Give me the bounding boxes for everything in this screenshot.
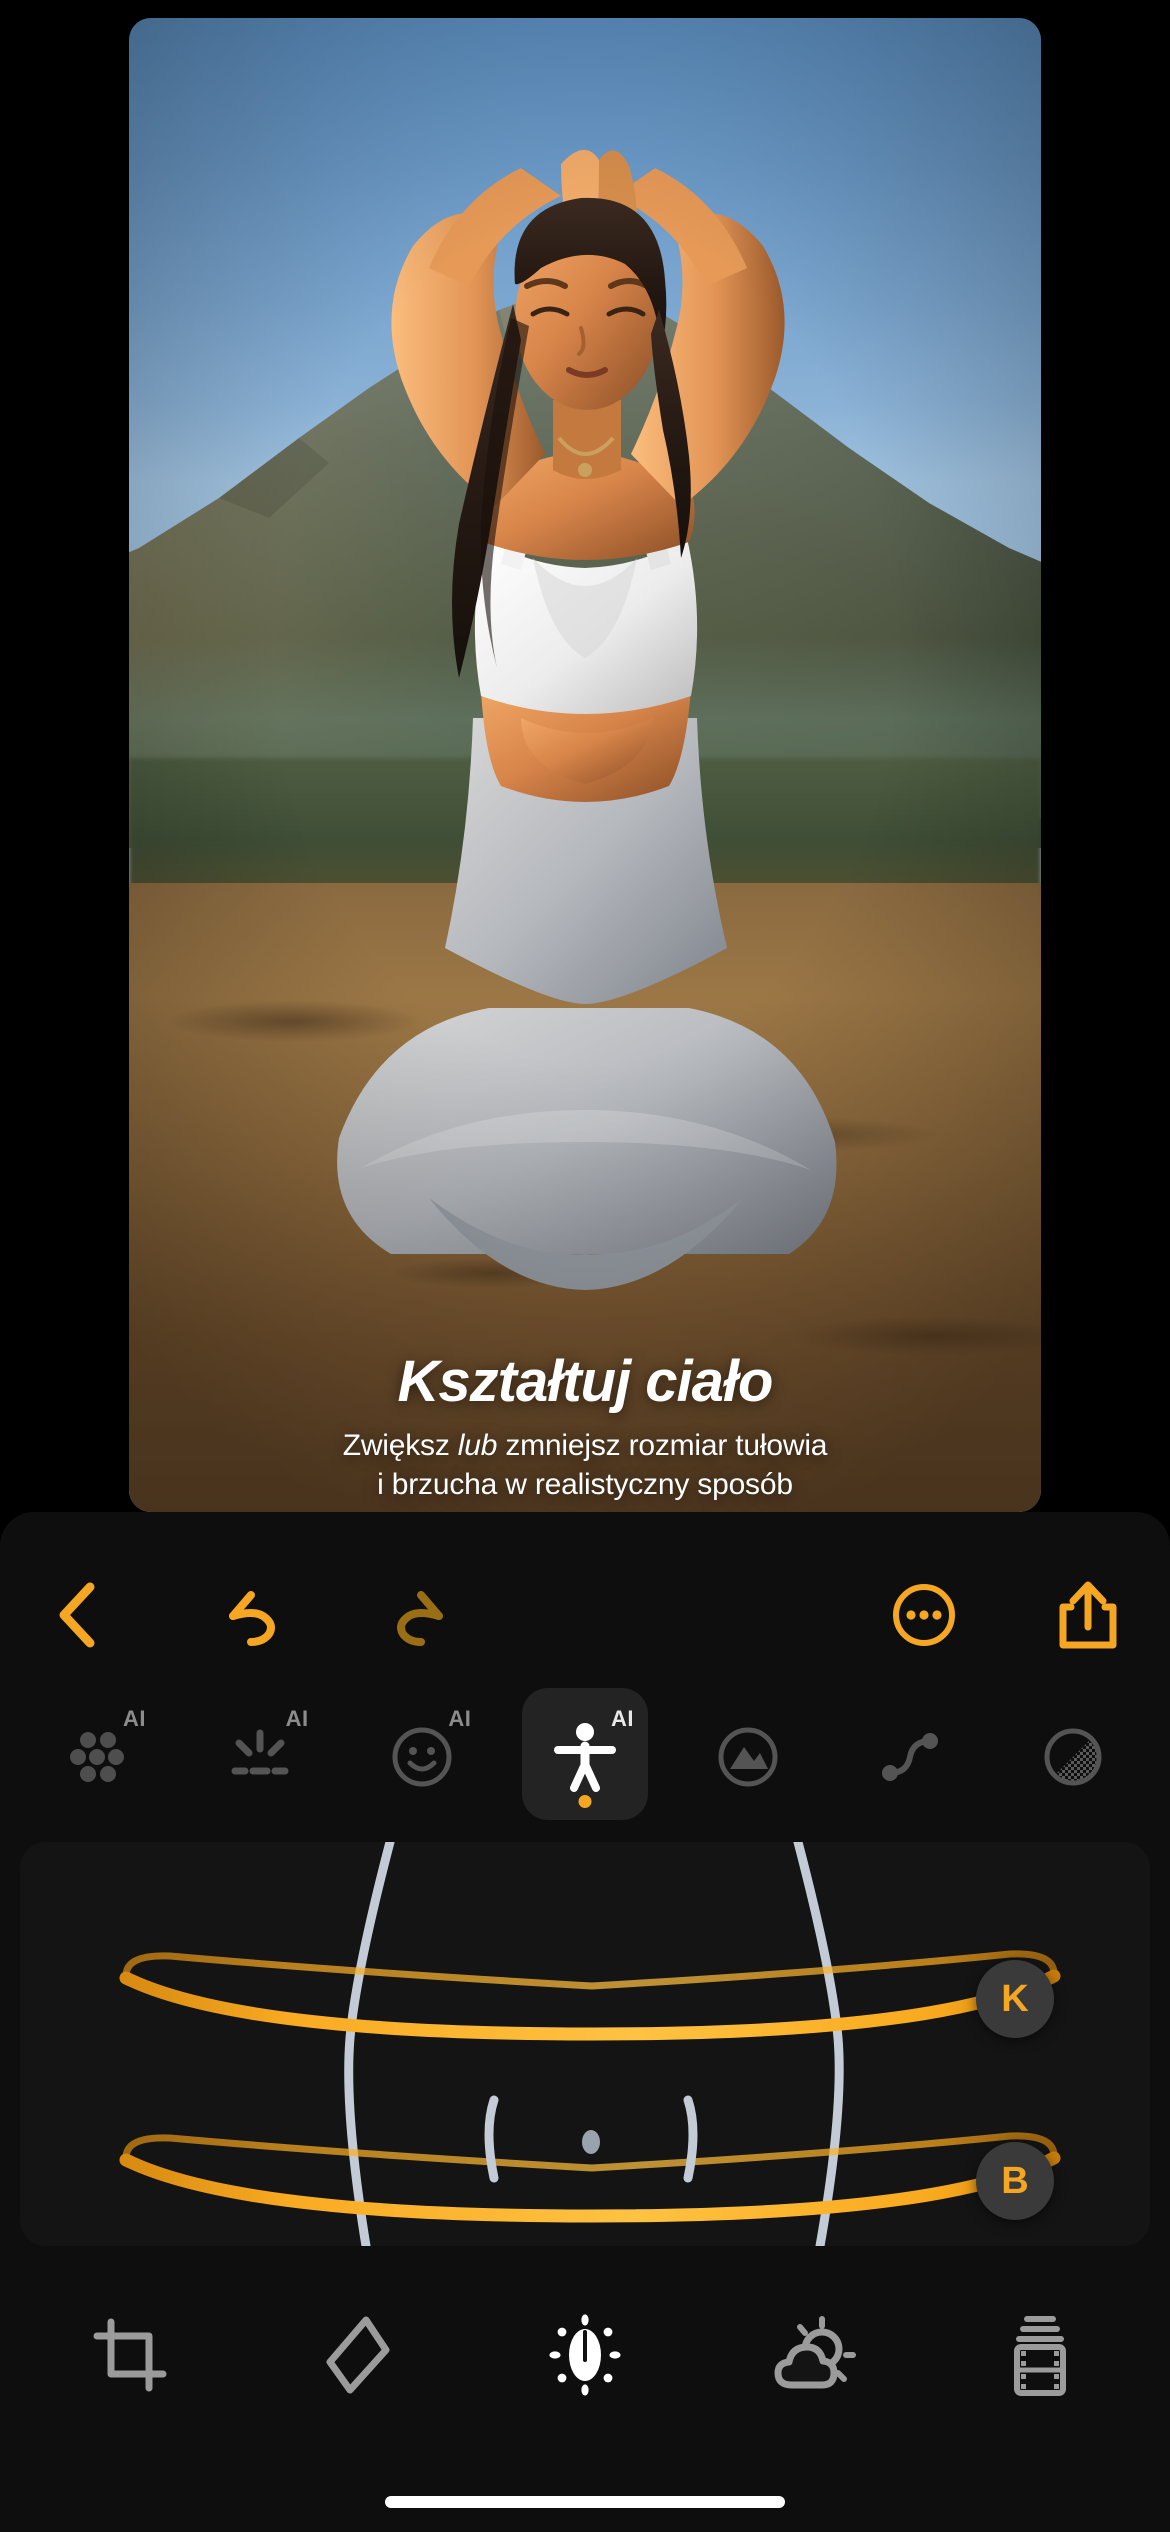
brightness-icon: [549, 2314, 621, 2396]
redo-button[interactable]: [370, 1563, 474, 1667]
undo-icon: [229, 1591, 275, 1646]
ai-tool-strip: AI AI AI AI: [0, 1684, 1170, 1824]
smiley-face-icon: [390, 1725, 454, 1789]
ai-tool-body-reshape[interactable]: AI: [521, 1688, 648, 1820]
nav-adjust[interactable]: [510, 2295, 660, 2415]
tool-transparency[interactable]: [1010, 1688, 1136, 1820]
waist-handle-button[interactable]: K: [976, 1960, 1054, 2038]
nav-crop[interactable]: [55, 2295, 205, 2415]
body-shape-editor[interactable]: K B: [20, 1842, 1150, 2246]
ai-tool-teeth-whiten[interactable]: AI: [197, 1688, 323, 1820]
caption-subtitle-part2: zmniejsz rozmiar tułowia: [497, 1429, 828, 1463]
tool-sky-replace[interactable]: [685, 1688, 811, 1820]
caption-title: Kształtuj ciało: [397, 1349, 774, 1415]
person-photo-subject: [129, 18, 1041, 1512]
belly-handle-button[interactable]: B: [976, 2142, 1054, 2220]
nav-heal[interactable]: [282, 2295, 432, 2415]
share-icon: [1059, 1581, 1117, 1649]
editor-toolbar: [0, 1560, 1170, 1670]
sparkle-teeth-icon: [227, 1727, 293, 1787]
caption-subtitle-part1: Zwiększ: [342, 1429, 458, 1463]
caption-subtitle-line2: i brzucha w realistyczny sposób: [377, 1467, 793, 1501]
ai-tool-face-reshape[interactable]: AI: [359, 1688, 485, 1820]
back-chevron-icon: [59, 1582, 95, 1648]
nav-filters[interactable]: [965, 2295, 1115, 2415]
bottom-tool-nav: [0, 2280, 1170, 2430]
editor-screen: Kształtuj ciało Zwiększ lub zmniejsz roz…: [0, 0, 1170, 2532]
photo-canvas[interactable]: Kształtuj ciało Zwiększ lub zmniejsz roz…: [129, 18, 1041, 1512]
share-button[interactable]: [1036, 1563, 1140, 1667]
caption-subtitle-emphasis: lub: [457, 1429, 498, 1463]
undo-button[interactable]: [198, 1563, 302, 1667]
tool-curves[interactable]: [847, 1688, 973, 1820]
ai-tool-skin-retouch[interactable]: AI: [34, 1688, 160, 1820]
landscape-circle-icon: [716, 1725, 780, 1789]
home-indicator: [385, 2496, 785, 2508]
crop-icon: [93, 2318, 167, 2392]
active-indicator-dot: [578, 1795, 592, 1808]
redo-icon: [397, 1591, 443, 1646]
feature-caption: Kształtuj ciało Zwiększ lub zmniejsz roz…: [129, 1349, 1041, 1504]
curve-points-icon: [877, 1729, 943, 1785]
nav-effects[interactable]: [738, 2295, 888, 2415]
caption-subtitle: Zwiększ lub zmniejsz rozmiar tułowia i b…: [155, 1427, 1015, 1504]
ai-badge: AI: [448, 1706, 472, 1731]
editor-sheet: AI AI AI AI K B: [0, 1512, 1170, 2532]
more-options-button[interactable]: [872, 1563, 976, 1667]
ai-badge: AI: [123, 1706, 146, 1731]
body-person-icon: [552, 1722, 618, 1792]
more-ellipsis-icon: [893, 1584, 955, 1646]
film-roll-icon: [1014, 2316, 1067, 2396]
back-button[interactable]: [26, 1563, 130, 1667]
ai-badge: AI: [285, 1706, 309, 1731]
halftone-circle-icon: [1041, 1725, 1105, 1789]
dots-cluster-icon: [66, 1726, 128, 1788]
eraser-icon: [326, 2316, 390, 2394]
ai-badge: AI: [610, 1706, 634, 1731]
weather-icon: [774, 2316, 856, 2389]
